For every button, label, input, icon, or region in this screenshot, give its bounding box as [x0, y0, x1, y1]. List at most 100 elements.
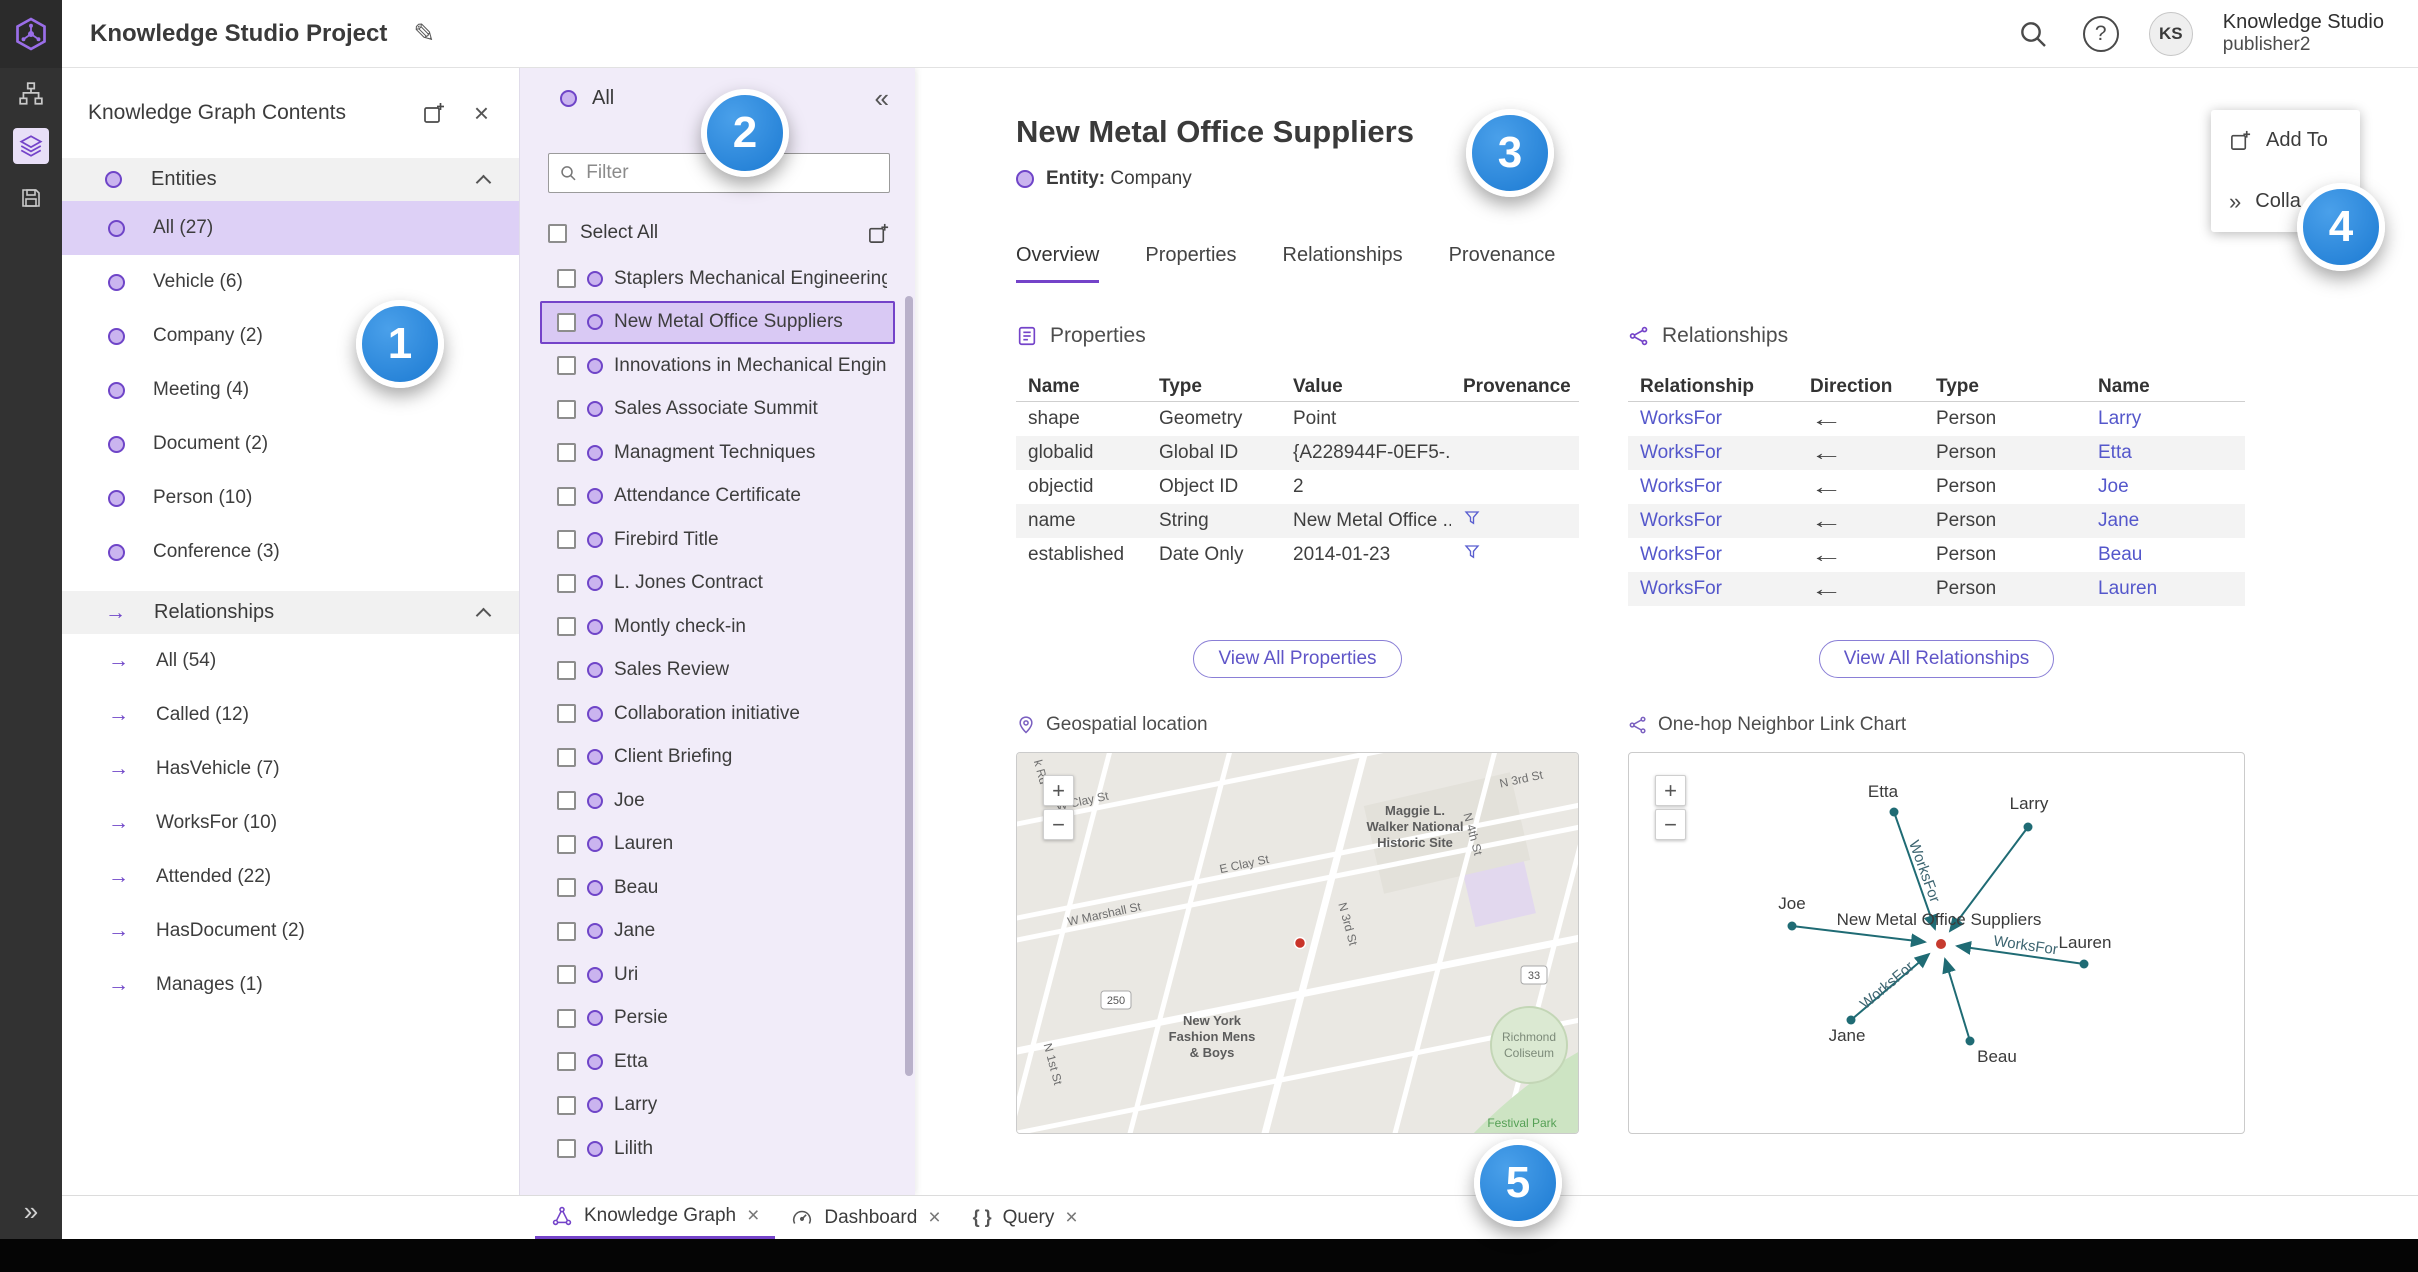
checkbox[interactable] — [557, 1052, 576, 1072]
provenance-cell[interactable] — [1451, 543, 1579, 567]
checkbox[interactable] — [557, 1095, 576, 1115]
checkbox[interactable] — [557, 660, 576, 680]
list-item[interactable]: Innovations in Mechanical Engin... — [540, 344, 895, 388]
save-button[interactable] — [0, 172, 62, 224]
checkbox[interactable] — [557, 1139, 576, 1159]
relationship-type-item-called[interactable]: → Called (12) — [62, 688, 519, 742]
relationship-link[interactable]: WorksFor — [1628, 510, 1798, 532]
tab-dashboard[interactable]: Dashboard × — [775, 1196, 956, 1239]
data-model-button[interactable] — [0, 68, 62, 120]
list-item[interactable]: Larry — [540, 1084, 895, 1128]
checkbox[interactable] — [557, 747, 576, 767]
entity-type-item-vehicle[interactable]: Vehicle (6) — [62, 255, 519, 309]
relationship-link[interactable]: WorksFor — [1628, 476, 1798, 498]
checkbox[interactable] — [557, 791, 576, 811]
list-item[interactable]: L. Jones Contract — [540, 562, 895, 606]
entity-link[interactable]: Etta — [2086, 442, 2245, 464]
collapse-panel-icon[interactable]: « — [875, 83, 889, 114]
select-all-checkbox[interactable] — [548, 223, 567, 243]
relationships-section-header[interactable]: → Relationships — [62, 591, 519, 634]
relationship-link[interactable]: WorksFor — [1628, 578, 1798, 600]
entity-type-item-conference[interactable]: Conference (3) — [62, 525, 519, 579]
list-item[interactable]: Staplers Mechanical Engineering — [540, 257, 895, 301]
list-item[interactable]: Firebird Title — [540, 518, 895, 562]
list-item[interactable]: Lilith — [540, 1127, 895, 1171]
checkbox[interactable] — [557, 573, 576, 593]
relationship-type-item-worksfor[interactable]: → WorksFor (10) — [62, 796, 519, 850]
avatar[interactable]: KS — [2148, 11, 2193, 56]
zoom-out-button[interactable]: − — [1655, 809, 1686, 840]
entity-type-item-meeting[interactable]: Meeting (4) — [62, 363, 519, 417]
list-item[interactable]: Uri — [540, 953, 895, 997]
add-to-button[interactable]: Add To — [2211, 110, 2360, 171]
relationship-link[interactable]: WorksFor — [1628, 442, 1798, 464]
entity-link[interactable]: Larry — [2086, 408, 2245, 430]
close-panel-button[interactable]: × — [474, 98, 489, 129]
list-item[interactable]: Etta — [540, 1040, 895, 1084]
checkbox[interactable] — [557, 834, 576, 854]
checkbox[interactable] — [557, 356, 576, 376]
relationship-type-item-manages[interactable]: → Manages (1) — [62, 958, 519, 1012]
view-all-relationships-button[interactable]: View All Relationships — [1818, 640, 2055, 678]
checkbox[interactable] — [557, 443, 576, 463]
checkbox[interactable] — [557, 269, 576, 289]
help-button[interactable]: ? — [2082, 15, 2119, 52]
relationship-type-item-hasdocument[interactable]: → HasDocument (2) — [62, 904, 519, 958]
list-item-selected[interactable]: New Metal Office Suppliers — [540, 300, 895, 344]
entity-type-item-person[interactable]: Person (10) — [62, 471, 519, 525]
entity-link[interactable]: Jane — [2086, 510, 2245, 532]
app-logo[interactable] — [0, 0, 62, 68]
provenance-cell[interactable] — [1451, 509, 1579, 533]
checkbox[interactable] — [557, 878, 576, 898]
close-tab-icon[interactable]: × — [928, 1206, 940, 1230]
entity-link[interactable]: Joe — [2086, 476, 2245, 498]
checkbox[interactable] — [557, 1008, 576, 1028]
list-item[interactable]: Managment Techniques — [540, 431, 895, 475]
list-item[interactable]: Sales Review — [540, 649, 895, 693]
expand-rail-button[interactable]: » — [0, 1196, 62, 1227]
edit-title-icon[interactable]: ✎ — [413, 18, 435, 49]
checkbox[interactable] — [557, 617, 576, 637]
list-item[interactable]: Sales Associate Summit — [540, 388, 895, 432]
list-item[interactable]: Lauren — [540, 823, 895, 867]
contents-button[interactable] — [0, 120, 62, 172]
checkbox[interactable] — [557, 704, 576, 724]
add-selected-button[interactable] — [867, 222, 890, 245]
checkbox[interactable] — [557, 921, 576, 941]
list-item[interactable]: Jane — [540, 910, 895, 954]
relationship-type-item-hasvehicle[interactable]: → HasVehicle (7) — [62, 742, 519, 796]
entity-link[interactable]: Beau — [2086, 544, 2245, 566]
tab-query[interactable]: { } Query × — [957, 1196, 1094, 1239]
relationship-type-item-all[interactable]: → All (54) — [62, 634, 519, 688]
entity-link[interactable]: Lauren — [2086, 578, 2245, 600]
entity-type-item-all[interactable]: All (27) — [62, 201, 519, 255]
list-item[interactable]: Beau — [540, 866, 895, 910]
checkbox[interactable] — [557, 530, 576, 550]
list-item[interactable]: Collaboration initiative — [540, 692, 895, 736]
zoom-in-button[interactable]: + — [1655, 775, 1686, 806]
checkbox[interactable] — [557, 965, 576, 985]
relationship-type-item-attended[interactable]: → Attended (22) — [62, 850, 519, 904]
close-tab-icon[interactable]: × — [1065, 1206, 1077, 1230]
scrollbar-thumb[interactable] — [905, 296, 913, 1076]
geospatial-map[interactable]: W Clay St N 3rd St E Clay St N 3rd St N … — [1016, 752, 1579, 1134]
link-chart[interactable]: New Metal Office Suppliers Etta Larry Jo… — [1628, 752, 2245, 1134]
relationship-link[interactable]: WorksFor — [1628, 544, 1798, 566]
zoom-out-button[interactable]: − — [1043, 809, 1074, 840]
entity-type-item-document[interactable]: Document (2) — [62, 417, 519, 471]
view-all-properties-button[interactable]: View All Properties — [1193, 640, 1402, 678]
relationship-link[interactable]: WorksFor — [1628, 408, 1798, 430]
list-item[interactable]: Attendance Certificate — [540, 475, 895, 519]
close-tab-icon[interactable]: × — [747, 1204, 759, 1228]
zoom-in-button[interactable]: + — [1043, 775, 1074, 806]
checkbox[interactable] — [557, 399, 576, 419]
list-item[interactable]: Persie — [540, 997, 895, 1041]
checkbox[interactable] — [557, 486, 576, 506]
list-item[interactable]: Montly check-in — [540, 605, 895, 649]
tab-knowledge-graph[interactable]: Knowledge Graph × — [535, 1196, 776, 1239]
entities-section-header[interactable]: Entities — [62, 158, 519, 201]
entity-type-item-company[interactable]: Company (2) — [62, 309, 519, 363]
add-card-button[interactable] — [422, 101, 446, 125]
list-item[interactable]: Client Briefing — [540, 736, 895, 780]
checkbox[interactable] — [557, 312, 576, 332]
